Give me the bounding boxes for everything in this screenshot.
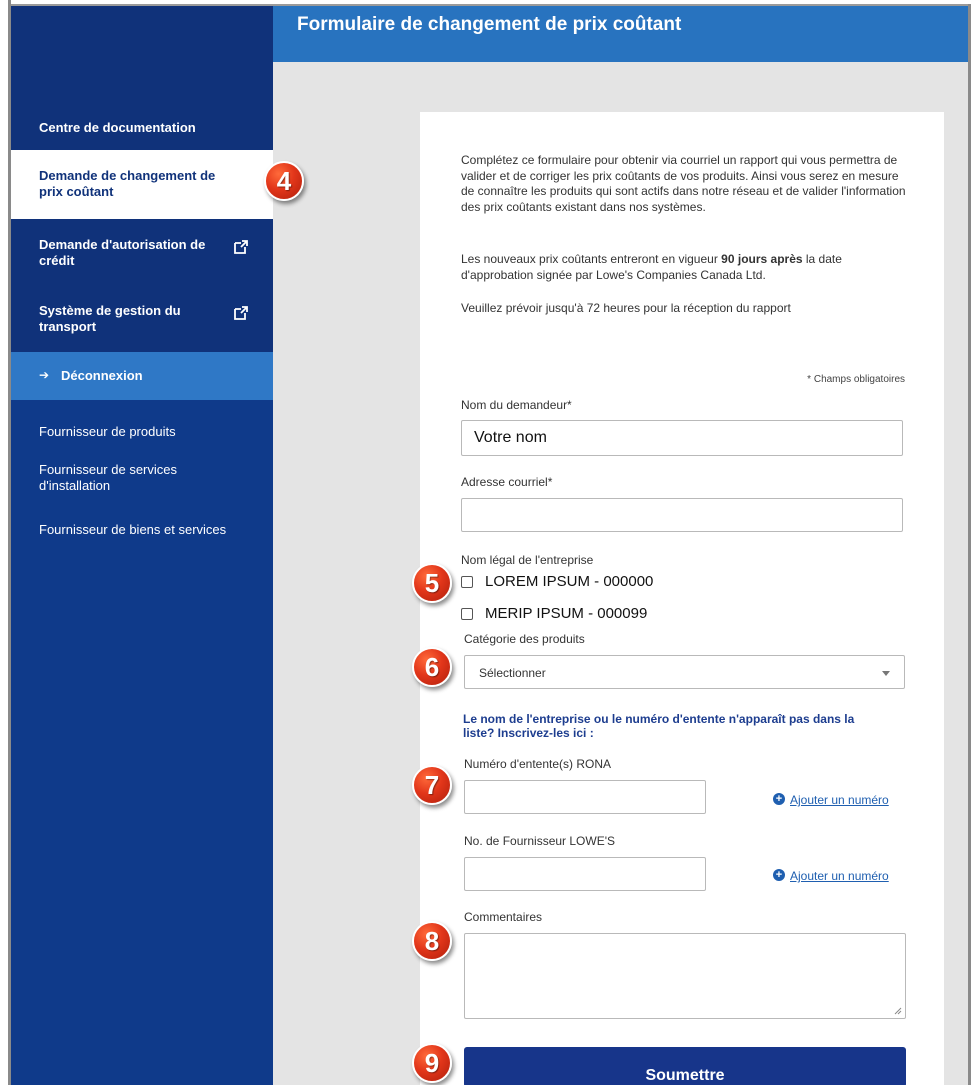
category-select[interactable]: Sélectionner [464, 655, 905, 689]
sidebar-item-label: Demande d'autorisation de crédit [39, 237, 206, 268]
sidebar-item-transport[interactable]: Système de gestion du transport [11, 285, 273, 352]
requester-name-value: Votre nom [474, 429, 547, 446]
sidebar-link-products[interactable]: Fournisseur de produits [39, 424, 269, 440]
comments-label: Commentaires [464, 910, 543, 924]
checkbox[interactable] [461, 608, 473, 620]
email-label: Adresse courriel* [461, 475, 553, 489]
checkbox[interactable] [461, 576, 473, 588]
comments-textarea[interactable] [464, 933, 906, 1019]
sidebar-link-installation[interactable]: Fournisseur de services d'installation [39, 462, 214, 494]
page-title: Formulaire de changement de prix coûtant [297, 14, 682, 35]
lowes-supplier-input[interactable] [464, 857, 706, 891]
sidebar-item-credit-authorization[interactable]: Demande d'autorisation de crédit [11, 219, 273, 285]
chevron-down-icon [882, 671, 890, 676]
missing-company-note: Le nom de l'entreprise ou le numéro d'en… [463, 712, 855, 740]
add-link-label: Ajouter un numéro [790, 793, 889, 807]
logout-label: Déconnexion [61, 368, 143, 383]
effective-days-bold: 90 jours après [721, 252, 803, 266]
step-badge-4: 4 [264, 161, 304, 201]
window-border-right [968, 4, 971, 1085]
company-option-1[interactable]: MERIP IPSUM - 000099 [461, 605, 691, 625]
company-option-0[interactable]: LOREM IPSUM - 000000 [461, 573, 691, 593]
sidebar-item-label: Demande de changement de prix coûtant [39, 168, 216, 199]
company-option-label: MERIP IPSUM - 000099 [485, 605, 648, 622]
step-badge-9: 9 [412, 1043, 452, 1083]
step-badge-5: 5 [412, 563, 452, 603]
category-label: Catégorie des produits [464, 632, 585, 646]
sidebar-link-goods-services[interactable]: Fournisseur de biens et services [39, 522, 269, 538]
plus-circle-icon: + [773, 869, 785, 881]
step-badge-8: 8 [412, 921, 452, 961]
effective-date-paragraph: Les nouveaux prix coûtants entreront en … [461, 252, 891, 283]
step-badge-6: 6 [412, 647, 452, 687]
plus-circle-icon: + [773, 793, 785, 805]
company-option-label: LOREM IPSUM - 000000 [485, 573, 654, 590]
page-header: Formulaire de changement de prix coûtant [273, 6, 968, 62]
sign-out-icon: ➔ [39, 368, 50, 382]
screenshot-frame: Centre de documentation Demande de chang… [0, 0, 977, 1085]
external-link-icon [234, 240, 248, 254]
delay-paragraph: Veuillez prévoir jusqu'à 72 heures pour … [461, 301, 791, 315]
sidebar-item-label: Centre de documentation [39, 120, 196, 135]
external-link-icon [234, 306, 248, 320]
add-lowes-number-link[interactable]: + Ajouter un numéro [773, 869, 889, 883]
step-badge-7: 7 [412, 765, 452, 805]
add-rona-number-link[interactable]: + Ajouter un numéro [773, 793, 889, 807]
intro-paragraph: Complétez ce formulaire pour obtenir via… [461, 153, 906, 214]
rona-number-input[interactable] [464, 780, 706, 814]
resize-handle-icon[interactable] [894, 1007, 902, 1015]
email-input[interactable] [461, 498, 903, 532]
sidebar-item-price-change[interactable]: Demande de changement de prix coûtant [11, 150, 273, 219]
rona-label: Numéro d'entente(s) RONA [464, 757, 612, 771]
submit-button[interactable]: Soumettre [464, 1047, 906, 1085]
effective-text-before: Les nouveaux prix coûtants entreront en … [461, 252, 722, 266]
sidebar: Centre de documentation Demande de chang… [11, 6, 273, 1085]
required-fields-note: * Champs obligatoires [807, 374, 905, 385]
sidebar-item-documentation[interactable]: Centre de documentation [11, 114, 273, 150]
company-label: Nom légal de l'entreprise [461, 553, 594, 567]
requester-label: Nom du demandeur* [461, 398, 572, 412]
add-link-label: Ajouter un numéro [790, 869, 889, 883]
category-selected-value: Sélectionner [479, 666, 546, 680]
lowes-label: No. de Fournisseur LOWE'S [464, 834, 616, 848]
requester-name-input[interactable]: Votre nom [461, 420, 903, 456]
sidebar-item-label: Système de gestion du transport [39, 303, 181, 334]
logout-button[interactable]: ➔ Déconnexion [11, 352, 273, 400]
